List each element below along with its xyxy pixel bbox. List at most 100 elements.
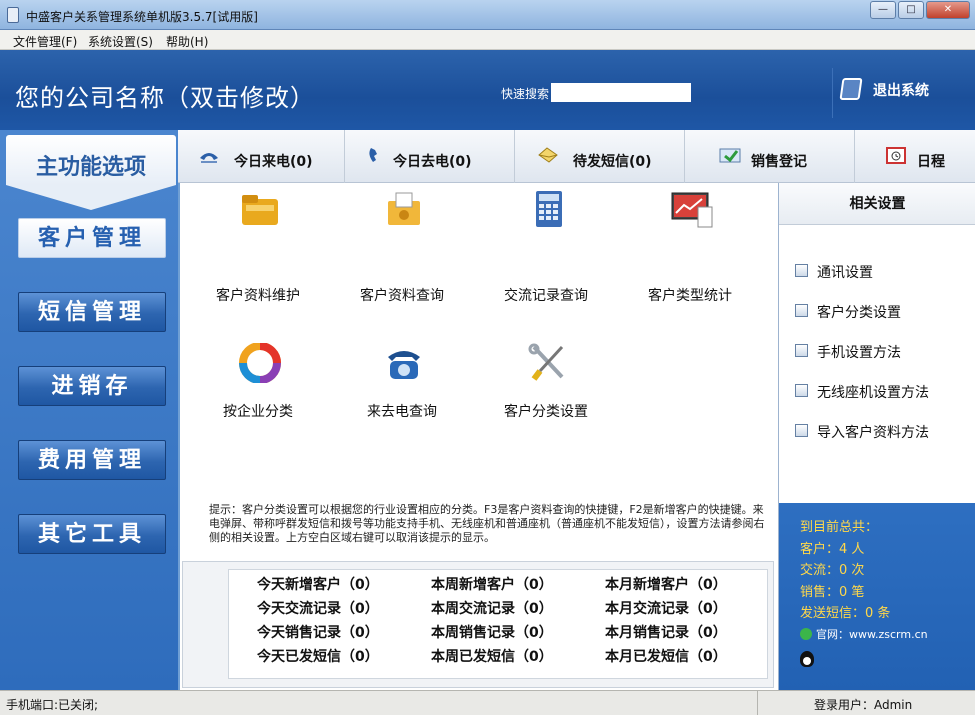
tab-sales-register[interactable]: 销售登记: [685, 130, 855, 183]
globe-icon: [800, 628, 812, 640]
stat-month-sms: 本月已发短信（0）: [605, 649, 727, 665]
settings-item-label: 通讯设置: [817, 265, 873, 281]
pending-sms-icon: [538, 147, 558, 163]
summary-sms: 发送短信：0 条: [800, 606, 891, 621]
stat-today-new-customers: 今天新增客户（0）: [257, 577, 379, 593]
summary-customers: 客户：4 人: [800, 542, 865, 557]
tab-pending-sms-label: 待发短信(0): [573, 154, 652, 170]
quick-tab-bar: 今日来电(0) 今日去电(0) 待发短信(0) 销售登记 日程: [178, 130, 975, 183]
feature-by-enterprise[interactable]: 按企业分类: [188, 343, 328, 433]
website-link[interactable]: 官网：www.zscrm.cn: [800, 626, 928, 642]
schedule-icon: [886, 147, 906, 164]
maximize-button[interactable]: □: [898, 1, 924, 19]
chart-icon: [671, 192, 713, 228]
company-name[interactable]: 您的公司名称（双击修改）: [15, 78, 315, 113]
nav-expense-management[interactable]: 费用管理: [18, 440, 166, 480]
tab-sales-register-label: 销售登记: [751, 154, 807, 170]
main-functions-title: 主功能选项: [6, 135, 176, 210]
feature-communication-records[interactable]: 交流记录查询: [476, 189, 616, 304]
stat-today-sales: 今天销售记录（0）: [257, 625, 379, 641]
status-login-user: 登录用户：Admin: [814, 698, 913, 712]
settings-panel: 相关设置 通讯设置 客户分类设置 手机设置方法 无线座机设置方法 导入客户资料方…: [778, 183, 975, 690]
app-icon: [7, 7, 19, 23]
summary-panel: 到目前总共： 客户：4 人 交流：0 次 销售：0 笔 发送短信：0 条 官网：…: [779, 503, 975, 690]
nav-sms-management[interactable]: 短信管理: [18, 292, 166, 332]
tab-incoming-calls-label: 今日来电(0): [234, 154, 313, 170]
status-user-pane: 登录用户：Admin: [757, 691, 967, 715]
window-title: 中盛客户关系管理系统单机版3.5.7[试用版]: [26, 10, 258, 24]
left-nav: 主功能选项 客户管理 短信管理 进销存 费用管理 其它工具: [0, 130, 178, 690]
hint-text: 提示：客户分类设置可以根据您的行业设置相应的分类。F3是客户资料查询的快捷键，F…: [209, 503, 765, 544]
tools-icon: [528, 343, 564, 381]
nav-other-tools[interactable]: 其它工具: [18, 514, 166, 554]
feature-by-enterprise-label: 按企业分类: [223, 404, 293, 420]
status-phone-port: 手机端口:已关闭;: [6, 698, 99, 712]
main-content: 客户资料维护 客户资料查询 交流记录查询 客户类型统计 按企业分类 来去电查询 …: [180, 183, 778, 690]
feature-customer-type-stats[interactable]: 客户类型统计: [620, 189, 760, 304]
sales-register-icon: [719, 148, 741, 163]
stat-month-sales: 本月销售记录（0）: [605, 625, 727, 641]
tab-outgoing-calls-label: 今日去电(0): [393, 154, 472, 170]
stats-grid: 今天新增客户（0） 本周新增客户（0） 本月新增客户（0） 今天交流记录（0） …: [228, 569, 768, 679]
close-button[interactable]: ✕: [926, 1, 970, 19]
settings-item-label: 客户分类设置: [817, 305, 901, 321]
feature-communication-records-label: 交流记录查询: [504, 288, 588, 304]
stats-panel: 今天新增客户（0） 本周新增客户（0） 本月新增客户（0） 今天交流记录（0） …: [182, 561, 774, 688]
qq-icon[interactable]: [800, 651, 814, 667]
feature-customer-query[interactable]: 客户资料查询: [332, 189, 472, 304]
stat-week-new-customers: 本周新增客户（0）: [431, 577, 553, 593]
stat-month-communications: 本月交流记录（0）: [605, 601, 727, 617]
menu-help[interactable]: 帮助(H): [166, 33, 208, 50]
summary-sales: 销售：0 笔: [800, 585, 865, 600]
feature-customer-category-settings[interactable]: 客户分类设置: [476, 343, 616, 433]
website-label: 官网：www.zscrm.cn: [816, 628, 928, 641]
checkbox-icon: [795, 304, 808, 317]
checkbox-icon: [795, 264, 808, 277]
color-ring-icon: [239, 343, 281, 383]
logout-label: 退出系统: [873, 83, 929, 99]
stat-week-sms: 本周已发短信（0）: [431, 649, 553, 665]
summary-title: 到目前总共：: [800, 520, 879, 535]
stat-today-communications: 今天交流记录（0）: [257, 601, 379, 617]
checkbox-icon: [795, 384, 808, 397]
nav-customer-management[interactable]: 客户管理: [18, 218, 166, 258]
status-bar: 手机端口:已关闭; 登录用户：Admin: [0, 690, 975, 715]
checkbox-icon: [795, 424, 808, 437]
settings-item-label: 无线座机设置方法: [817, 385, 929, 401]
settings-item-label: 导入客户资料方法: [817, 425, 929, 441]
checkbox-icon: [795, 344, 808, 357]
search-input[interactable]: [551, 83, 691, 102]
tab-pending-sms[interactable]: 待发短信(0): [515, 130, 685, 183]
stat-month-new-customers: 本月新增客户（0）: [605, 577, 727, 593]
stat-week-communications: 本周交流记录（0）: [431, 601, 553, 617]
tab-schedule-label: 日程: [917, 154, 945, 170]
outgoing-call-icon: [369, 148, 377, 162]
feature-customer-query-label: 客户资料查询: [360, 288, 444, 304]
menu-system-settings[interactable]: 系统设置(S): [88, 33, 153, 50]
minimize-button[interactable]: —: [870, 1, 896, 19]
logout-button[interactable]: 退出系统: [832, 68, 962, 118]
menu-bar: 文件管理(F) 系统设置(S) 帮助(H): [0, 30, 975, 50]
search-label: 快速搜索: [501, 87, 550, 101]
nav-inventory[interactable]: 进销存: [18, 366, 166, 406]
settings-title: 相关设置: [779, 183, 975, 225]
stat-today-sms: 今天已发短信（0）: [257, 649, 379, 665]
tab-outgoing-calls[interactable]: 今日去电(0): [345, 130, 515, 183]
incoming-call-icon: [200, 153, 218, 163]
tab-schedule[interactable]: 日程: [855, 130, 975, 183]
feature-customer-category-settings-label: 客户分类设置: [504, 404, 588, 420]
title-bar: 中盛客户关系管理系统单机版3.5.7[试用版] — □ ✕: [0, 0, 975, 30]
telephone-icon: [388, 351, 420, 379]
summary-communications: 交流：0 次: [800, 563, 865, 578]
feature-call-query[interactable]: 来去电查询: [332, 343, 472, 433]
feature-call-query-label: 来去电查询: [367, 404, 437, 420]
feature-customer-maintenance[interactable]: 客户资料维护: [188, 189, 328, 304]
logout-icon: [839, 78, 863, 100]
tab-incoming-calls[interactable]: 今日来电(0): [178, 130, 345, 183]
folder-icon: [242, 195, 278, 225]
calculator-icon: [536, 191, 562, 227]
header: 您的公司名称（双击修改） 快速搜索 退出系统: [0, 50, 975, 130]
stat-week-sales: 本周销售记录（0）: [431, 625, 553, 641]
down-arrow-icon: [6, 185, 176, 210]
menu-file[interactable]: 文件管理(F): [13, 33, 77, 50]
